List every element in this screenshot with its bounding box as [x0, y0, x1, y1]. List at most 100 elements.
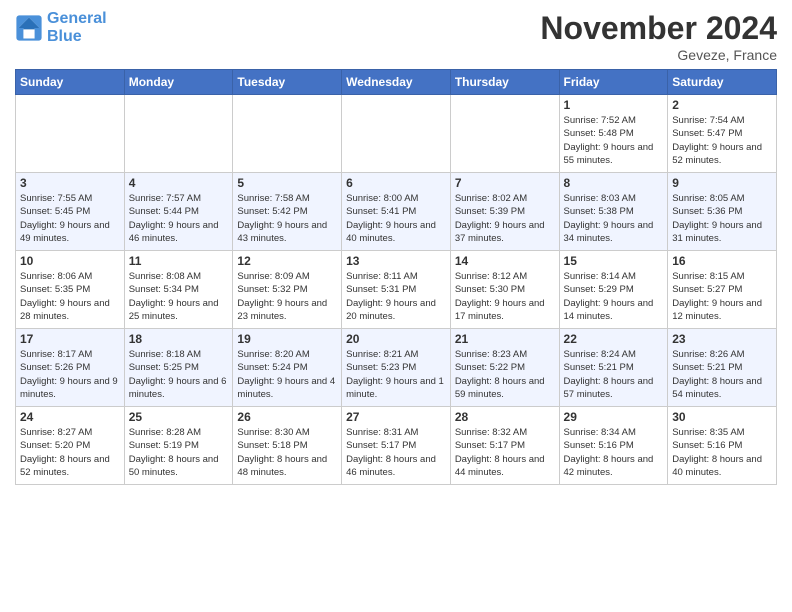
calendar-cell: 4Sunrise: 7:57 AM Sunset: 5:44 PM Daylig… — [124, 173, 233, 251]
day-info: Sunrise: 8:17 AM Sunset: 5:26 PM Dayligh… — [20, 348, 120, 401]
day-info: Sunrise: 8:09 AM Sunset: 5:32 PM Dayligh… — [237, 270, 337, 323]
calendar-cell: 10Sunrise: 8:06 AM Sunset: 5:35 PM Dayli… — [16, 251, 125, 329]
calendar-cell: 26 Sunrise: 8:30 AM Sunset: 5:18 PM Dayli… — [233, 407, 342, 485]
day-number: 18 — [129, 332, 229, 346]
weekday-header-monday: Monday — [124, 70, 233, 95]
calendar-cell — [124, 95, 233, 173]
day-number: 27 — [346, 410, 446, 424]
week-row-3: 10Sunrise: 8:06 AM Sunset: 5:35 PM Dayli… — [16, 251, 777, 329]
day-number: 7 — [455, 176, 555, 190]
title-section: November 2024 Geveze, France — [540, 10, 777, 63]
day-info: Sunrise: 7:54 AM Sunset: 5:47 PM Dayligh… — [672, 114, 772, 167]
day-number: 4 — [129, 176, 229, 190]
week-row-4: 17 Sunrise: 8:17 AM Sunset: 5:26 PM Dayli… — [16, 329, 777, 407]
calendar-cell: 23 Sunrise: 8:26 AM Sunset: 5:21 PM Dayli… — [668, 329, 777, 407]
calendar-cell: 19 Sunrise: 8:20 AM Sunset: 5:24 PM Dayli… — [233, 329, 342, 407]
calendar-cell: 18 Sunrise: 8:18 AM Sunset: 5:25 PM Dayli… — [124, 329, 233, 407]
day-number: 9 — [672, 176, 772, 190]
day-number: 20 — [346, 332, 446, 346]
calendar-cell: 30 Sunrise: 8:35 AM Sunset: 5:16 PM Dayli… — [668, 407, 777, 485]
calendar-cell: 1 Sunrise: 7:52 AM Sunset: 5:48 PM Daylig… — [559, 95, 668, 173]
day-number: 28 — [455, 410, 555, 424]
calendar-cell: 29 Sunrise: 8:34 AM Sunset: 5:16 PM Dayli… — [559, 407, 668, 485]
logo-icon — [15, 14, 43, 42]
calendar-cell: 9 Sunrise: 8:05 AM Sunset: 5:36 PM Daylig… — [668, 173, 777, 251]
day-number: 23 — [672, 332, 772, 346]
day-number: 13 — [346, 254, 446, 268]
calendar-cell: 11 Sunrise: 8:08 AM Sunset: 5:34 PM Dayli… — [124, 251, 233, 329]
calendar-cell: 28Sunrise: 8:32 AM Sunset: 5:17 PM Dayli… — [450, 407, 559, 485]
day-number: 14 — [455, 254, 555, 268]
calendar: SundayMondayTuesdayWednesdayThursdayFrid… — [15, 69, 777, 485]
day-info: Sunrise: 7:55 AM Sunset: 5:45 PM Dayligh… — [20, 192, 120, 245]
day-number: 2 — [672, 98, 772, 112]
day-number: 8 — [564, 176, 664, 190]
day-number: 5 — [237, 176, 337, 190]
day-info: Sunrise: 8:18 AM Sunset: 5:25 PM Dayligh… — [129, 348, 229, 401]
day-info: Sunrise: 7:52 AM Sunset: 5:48 PM Dayligh… — [564, 114, 664, 167]
calendar-cell: 2 Sunrise: 7:54 AM Sunset: 5:47 PM Daylig… — [668, 95, 777, 173]
weekday-header-sunday: Sunday — [16, 70, 125, 95]
day-number: 16 — [672, 254, 772, 268]
day-info: Sunrise: 8:11 AM Sunset: 5:31 PM Dayligh… — [346, 270, 446, 323]
week-row-1: 1 Sunrise: 7:52 AM Sunset: 5:48 PM Daylig… — [16, 95, 777, 173]
day-number: 6 — [346, 176, 446, 190]
day-info: Sunrise: 8:05 AM Sunset: 5:36 PM Dayligh… — [672, 192, 772, 245]
calendar-cell: 21 Sunrise: 8:23 AM Sunset: 5:22 PM Dayli… — [450, 329, 559, 407]
logo-blue: Blue — [47, 28, 107, 46]
weekday-header-saturday: Saturday — [668, 70, 777, 95]
day-info: Sunrise: 8:24 AM Sunset: 5:21 PM Dayligh… — [564, 348, 664, 401]
day-info: Sunrise: 8:08 AM Sunset: 5:34 PM Dayligh… — [129, 270, 229, 323]
day-info: Sunrise: 8:00 AM Sunset: 5:41 PM Dayligh… — [346, 192, 446, 245]
calendar-cell: 22Sunrise: 8:24 AM Sunset: 5:21 PM Dayli… — [559, 329, 668, 407]
logo: General Blue — [15, 10, 107, 45]
logo-text: General Blue — [47, 10, 107, 45]
day-number: 29 — [564, 410, 664, 424]
day-info: Sunrise: 8:12 AM Sunset: 5:30 PM Dayligh… — [455, 270, 555, 323]
day-info: Sunrise: 8:35 AM Sunset: 5:16 PM Dayligh… — [672, 426, 772, 479]
weekday-header-friday: Friday — [559, 70, 668, 95]
day-info: Sunrise: 8:06 AM Sunset: 5:35 PM Dayligh… — [20, 270, 120, 323]
calendar-cell: 14 Sunrise: 8:12 AM Sunset: 5:30 PM Dayli… — [450, 251, 559, 329]
week-row-5: 24 Sunrise: 8:27 AM Sunset: 5:20 PM Dayli… — [16, 407, 777, 485]
day-info: Sunrise: 8:23 AM Sunset: 5:22 PM Dayligh… — [455, 348, 555, 401]
header: General Blue November 2024 Geveze, Franc… — [15, 10, 777, 63]
calendar-cell: 20Sunrise: 8:21 AM Sunset: 5:23 PM Dayli… — [342, 329, 451, 407]
day-number: 21 — [455, 332, 555, 346]
calendar-header-row: SundayMondayTuesdayWednesdayThursdayFrid… — [16, 70, 777, 95]
day-number: 1 — [564, 98, 664, 112]
location: Geveze, France — [540, 47, 777, 63]
day-info: Sunrise: 8:02 AM Sunset: 5:39 PM Dayligh… — [455, 192, 555, 245]
day-number: 15 — [564, 254, 664, 268]
day-number: 30 — [672, 410, 772, 424]
calendar-cell — [450, 95, 559, 173]
day-number: 24 — [20, 410, 120, 424]
day-number: 11 — [129, 254, 229, 268]
day-number: 12 — [237, 254, 337, 268]
day-info: Sunrise: 8:03 AM Sunset: 5:38 PM Dayligh… — [564, 192, 664, 245]
weekday-header-wednesday: Wednesday — [342, 70, 451, 95]
day-number: 3 — [20, 176, 120, 190]
calendar-cell: 15Sunrise: 8:14 AM Sunset: 5:29 PM Dayli… — [559, 251, 668, 329]
day-info: Sunrise: 8:30 AM Sunset: 5:18 PM Dayligh… — [237, 426, 337, 479]
day-info: Sunrise: 8:15 AM Sunset: 5:27 PM Dayligh… — [672, 270, 772, 323]
calendar-cell: 16 Sunrise: 8:15 AM Sunset: 5:27 PM Dayli… — [668, 251, 777, 329]
weekday-header-thursday: Thursday — [450, 70, 559, 95]
day-number: 19 — [237, 332, 337, 346]
day-info: Sunrise: 8:20 AM Sunset: 5:24 PM Dayligh… — [237, 348, 337, 401]
calendar-cell: 6 Sunrise: 8:00 AM Sunset: 5:41 PM Daylig… — [342, 173, 451, 251]
calendar-cell: 17 Sunrise: 8:17 AM Sunset: 5:26 PM Dayli… — [16, 329, 125, 407]
calendar-cell: 5Sunrise: 7:58 AM Sunset: 5:42 PM Daylig… — [233, 173, 342, 251]
calendar-cell: 25Sunrise: 8:28 AM Sunset: 5:19 PM Dayli… — [124, 407, 233, 485]
day-number: 26 — [237, 410, 337, 424]
logo-general: General — [47, 10, 107, 27]
day-info: Sunrise: 8:27 AM Sunset: 5:20 PM Dayligh… — [20, 426, 120, 479]
day-info: Sunrise: 8:26 AM Sunset: 5:21 PM Dayligh… — [672, 348, 772, 401]
calendar-cell: 27Sunrise: 8:31 AM Sunset: 5:17 PM Dayli… — [342, 407, 451, 485]
calendar-cell: 12 Sunrise: 8:09 AM Sunset: 5:32 PM Dayli… — [233, 251, 342, 329]
day-info: Sunrise: 8:34 AM Sunset: 5:16 PM Dayligh… — [564, 426, 664, 479]
calendar-cell: 8 Sunrise: 8:03 AM Sunset: 5:38 PM Daylig… — [559, 173, 668, 251]
week-row-2: 3 Sunrise: 7:55 AM Sunset: 5:45 PM Daylig… — [16, 173, 777, 251]
page-container: General Blue November 2024 Geveze, Franc… — [0, 0, 792, 495]
day-number: 17 — [20, 332, 120, 346]
